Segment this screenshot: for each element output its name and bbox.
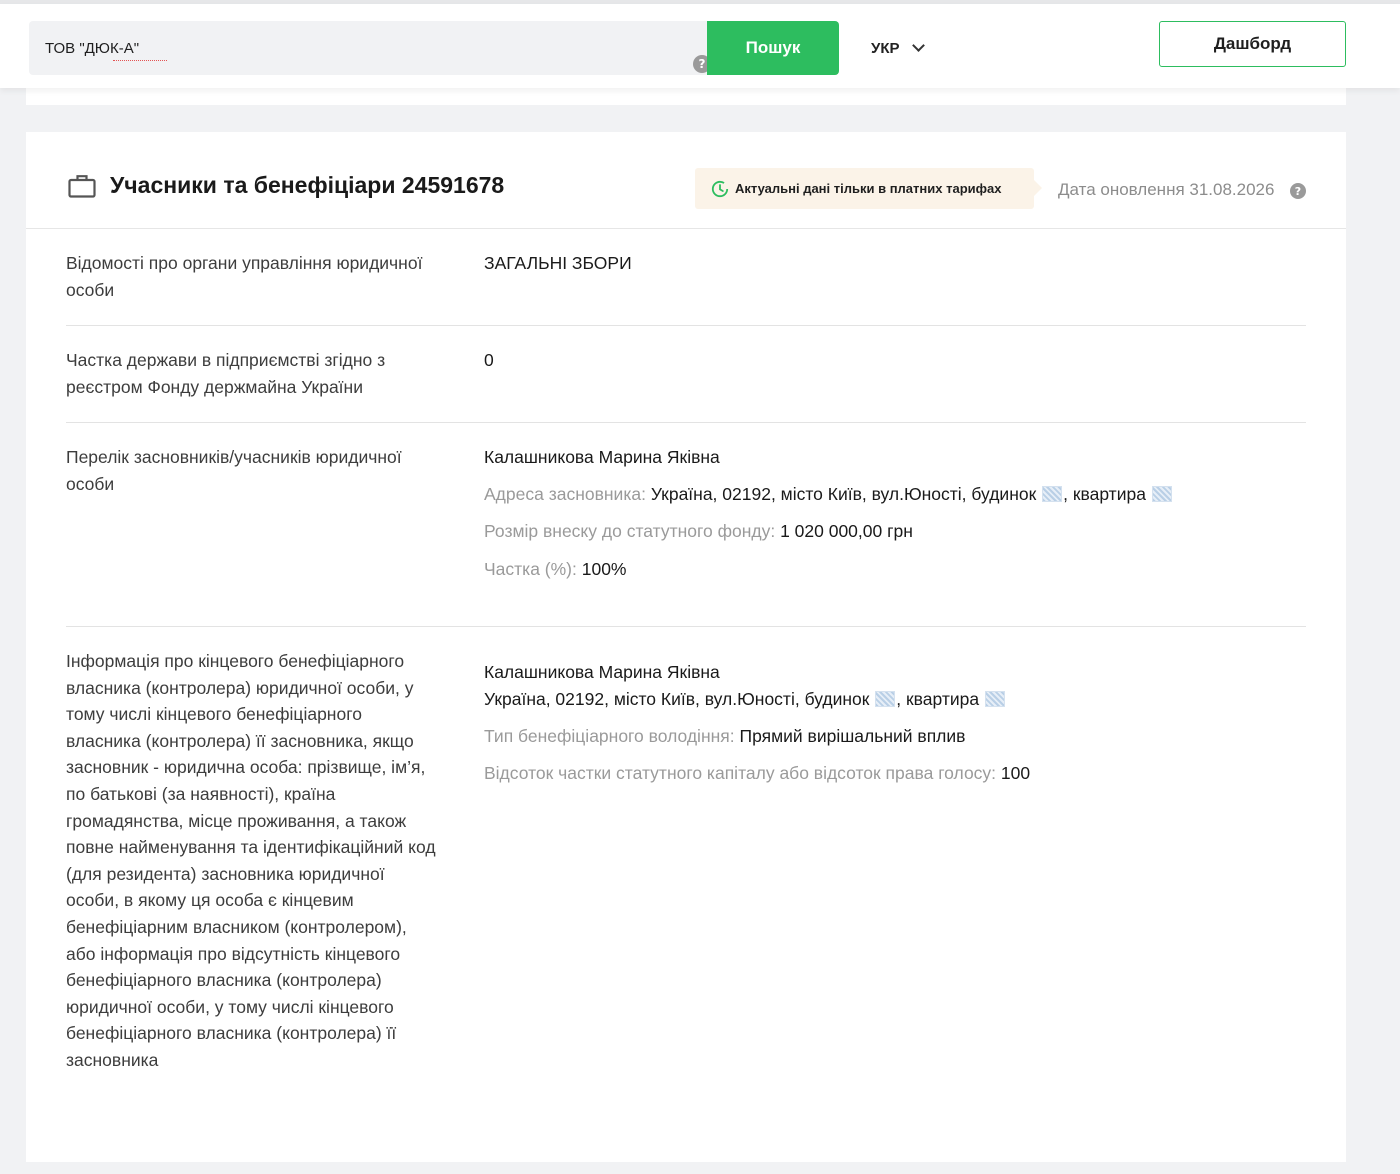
row-divider [66, 626, 1306, 627]
card-header: Учасники та бенефіціари 24591678 Актуаль… [26, 132, 1346, 229]
address-separator: , квартира [896, 689, 984, 709]
dashboard-button[interactable]: Дашборд [1159, 21, 1346, 67]
update-date: Дата оновлення 31.08.2026 [1058, 180, 1275, 199]
redacted-mask [875, 691, 896, 707]
search-input[interactable] [45, 37, 645, 59]
chevron-down-icon [911, 39, 925, 52]
address-value: Україна, 02192, місто Київ, вул.Юності, … [645, 484, 1042, 504]
row-governing-bodies: Відомості про органи управління юридично… [66, 250, 1306, 330]
beneficiary-percent: Відсоток частки статутного капіталу або … [484, 760, 1030, 786]
founder-address: Адреса засновника: Україна, 02192, місто… [484, 481, 1173, 507]
section-title: Учасники та бенефіціари 24591678 [110, 172, 505, 198]
founder-name: Калашникова Марина Яківна [484, 447, 720, 467]
briefcase-icon [68, 175, 96, 198]
paid-data-notice: Актуальні дані тільки в платних тарифах [695, 168, 1042, 209]
row-label: Перелік засновників/учасників юридичної … [66, 447, 402, 494]
contribution-label: Розмір внеску до статутного фонду: [484, 521, 776, 541]
clock-icon [711, 180, 729, 197]
row-label: Частка держави в підприємстві згідно з р… [66, 350, 386, 397]
row-value: ЗАГАЛЬНІ ЗБОРИ [484, 253, 632, 273]
beneficiary-type: Тип бенефіціарного володіння: Прямий вир… [484, 723, 965, 749]
address-separator: , квартира [1063, 484, 1151, 504]
address-value: Україна, 02192, місто Київ, вул.Юності, … [484, 689, 875, 709]
search-button[interactable]: Пошук [707, 21, 839, 75]
row-divider [66, 422, 1306, 423]
share-value: 100% [576, 559, 627, 579]
type-label: Тип бенефіціарного володіння: [484, 726, 735, 746]
address-label: Адреса засновника: [484, 484, 646, 504]
row-founders: Перелік засновників/учасників юридичної … [66, 444, 1306, 624]
spellcheck-underline [113, 60, 167, 61]
beneficiary-address: Україна, 02192, місто Київ, вул.Юності, … [484, 686, 1006, 712]
redacted-mask [984, 691, 1005, 707]
redacted-mask [1042, 486, 1063, 502]
row-beneficiaries: Інформація про кінцевого бенефіціарного … [66, 648, 1306, 1108]
row-label: Інформація про кінцевого бенефіціарного … [66, 651, 436, 1070]
row-divider [66, 325, 1306, 326]
founder-contribution: Розмір внеску до статутного фонду: 1 020… [484, 518, 913, 544]
contribution-value: 1 020 000,00 грн [775, 521, 913, 541]
row-value: 0 [484, 350, 494, 370]
row-state-share: Частка держави в підприємстві згідно з р… [66, 347, 1306, 427]
language-label: УКР [871, 39, 900, 57]
update-help-icon[interactable]: ? [1290, 183, 1306, 199]
language-selector[interactable]: УКР [871, 37, 925, 59]
row-label: Відомості про органи управління юридично… [66, 253, 423, 300]
beneficiaries-card: Учасники та бенефіціари 24591678 Актуаль… [26, 132, 1346, 1162]
notice-text: Актуальні дані тільки в платних тарифах [735, 181, 1002, 196]
share-label: Частка (%): [484, 559, 577, 579]
founder-share: Частка (%): 100% [484, 556, 627, 582]
type-value: Прямий вирішальний вплив [734, 726, 966, 746]
redacted-mask [1151, 486, 1172, 502]
beneficiary-name: Калашникова Марина Яківна [484, 662, 720, 682]
percent-value: 100 [996, 763, 1031, 783]
top-header: ? Пошук УКР Дашборд [0, 4, 1400, 88]
search-box: ? [29, 21, 711, 75]
percent-label: Відсоток частки статутного капіталу або … [484, 763, 997, 783]
